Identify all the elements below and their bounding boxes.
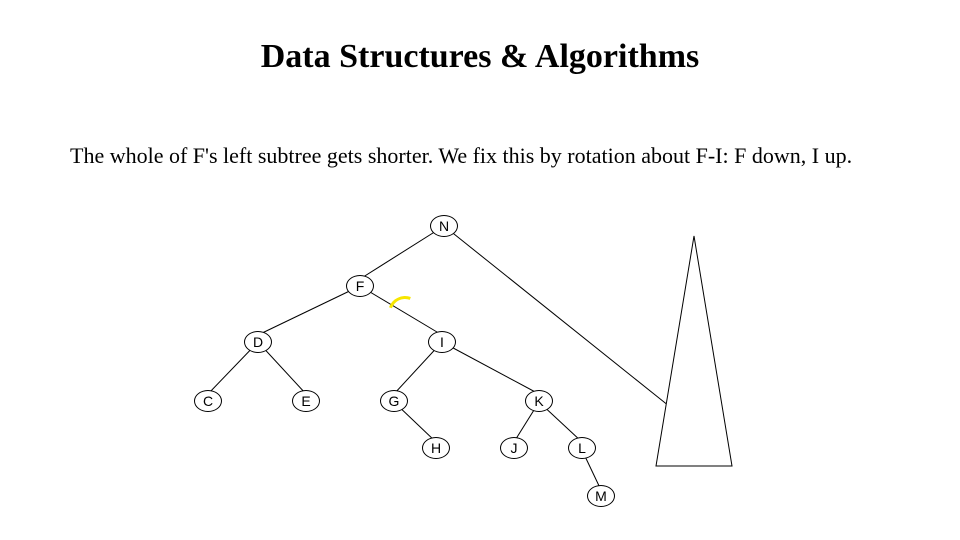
- node-label: G: [389, 393, 400, 409]
- node-label: C: [203, 393, 213, 409]
- node-k: K: [525, 390, 553, 412]
- node-label: I: [440, 334, 444, 350]
- node-e: E: [292, 390, 320, 412]
- node-label: K: [534, 393, 543, 409]
- node-n: N: [430, 215, 458, 237]
- node-label: D: [253, 334, 263, 350]
- node-i: I: [428, 331, 456, 353]
- node-j: J: [500, 437, 528, 459]
- node-label: F: [356, 278, 365, 294]
- node-label: J: [511, 440, 518, 456]
- node-label: N: [439, 218, 449, 234]
- tree-edges: [0, 0, 960, 540]
- node-label: L: [578, 440, 586, 456]
- node-m: M: [587, 485, 615, 507]
- node-c: C: [194, 390, 222, 412]
- node-l: L: [568, 437, 596, 459]
- node-d: D: [244, 331, 272, 353]
- node-label: E: [301, 393, 310, 409]
- node-label: H: [431, 440, 441, 456]
- node-h: H: [422, 437, 450, 459]
- node-g: G: [380, 390, 408, 412]
- node-f: F: [346, 275, 374, 297]
- node-label: M: [595, 488, 607, 504]
